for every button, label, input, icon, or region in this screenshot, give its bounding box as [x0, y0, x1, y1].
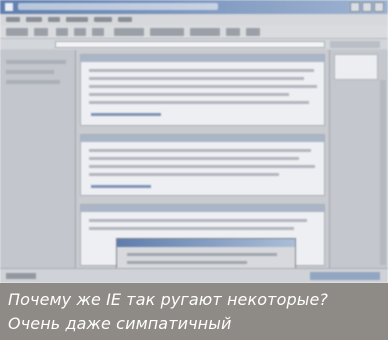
- search-button[interactable]: [114, 28, 144, 36]
- text-line: [89, 69, 314, 72]
- dialog-text: [127, 253, 277, 256]
- text-line: [89, 157, 299, 160]
- text-line: [89, 173, 279, 176]
- maximize-icon[interactable]: [362, 2, 372, 12]
- menu-bar: [0, 14, 388, 25]
- minimize-icon[interactable]: [350, 2, 360, 12]
- menu-item[interactable]: [118, 17, 132, 22]
- caption-line-1: Почему же IE так ругают некоторые?: [8, 290, 328, 309]
- text-line: [89, 227, 294, 230]
- browser-screenshot: [0, 0, 388, 283]
- mail-button[interactable]: [226, 28, 240, 36]
- close-icon[interactable]: [374, 2, 384, 12]
- scrollbar[interactable]: [380, 80, 386, 265]
- text-line: [89, 77, 304, 80]
- menu-item[interactable]: [26, 17, 42, 22]
- card-header: [81, 135, 324, 142]
- text-line: [89, 93, 289, 96]
- menu-item[interactable]: [48, 17, 60, 22]
- window-titlebar: [0, 0, 388, 14]
- address-bar: [0, 39, 388, 49]
- refresh-button[interactable]: [74, 28, 86, 36]
- caption-line-2: Очень даже симпатичный: [8, 314, 232, 333]
- window-title: [18, 3, 218, 10]
- content-card: [80, 54, 325, 126]
- text-line: [89, 101, 309, 104]
- history-button[interactable]: [190, 28, 220, 36]
- panel-item[interactable]: [6, 80, 60, 84]
- security-zone: [310, 272, 380, 280]
- status-text: [6, 273, 36, 279]
- text-line: [89, 149, 311, 152]
- panel-item[interactable]: [6, 60, 66, 64]
- dialog-text: [127, 261, 247, 264]
- menu-item[interactable]: [66, 17, 88, 22]
- status-bar: [0, 268, 388, 283]
- panel-item[interactable]: [6, 70, 54, 74]
- text-line: [89, 85, 317, 88]
- image-caption: Почему же IE так ругают некоторые? Очень…: [0, 283, 388, 340]
- dialog-titlebar: [117, 239, 295, 247]
- article-link[interactable]: [91, 185, 151, 188]
- address-input[interactable]: [55, 41, 325, 48]
- forward-button[interactable]: [34, 28, 48, 36]
- go-button[interactable]: [330, 41, 380, 48]
- left-panel: [0, 50, 76, 268]
- print-button[interactable]: [246, 28, 260, 36]
- stop-button[interactable]: [56, 28, 68, 36]
- article-link[interactable]: [91, 113, 161, 116]
- home-button[interactable]: [92, 28, 104, 36]
- favorites-button[interactable]: [150, 28, 184, 36]
- content-card: [80, 134, 325, 196]
- card-header: [81, 205, 324, 212]
- sidebar-box: [334, 54, 378, 80]
- back-button[interactable]: [6, 28, 28, 36]
- text-line: [89, 165, 315, 168]
- menu-item[interactable]: [6, 17, 20, 22]
- page-content: [76, 50, 329, 274]
- text-line: [89, 219, 307, 222]
- right-panel: [329, 50, 388, 268]
- card-header: [81, 55, 324, 62]
- toolbar: [0, 25, 388, 39]
- menu-item[interactable]: [94, 17, 112, 22]
- browser-icon: [5, 3, 13, 11]
